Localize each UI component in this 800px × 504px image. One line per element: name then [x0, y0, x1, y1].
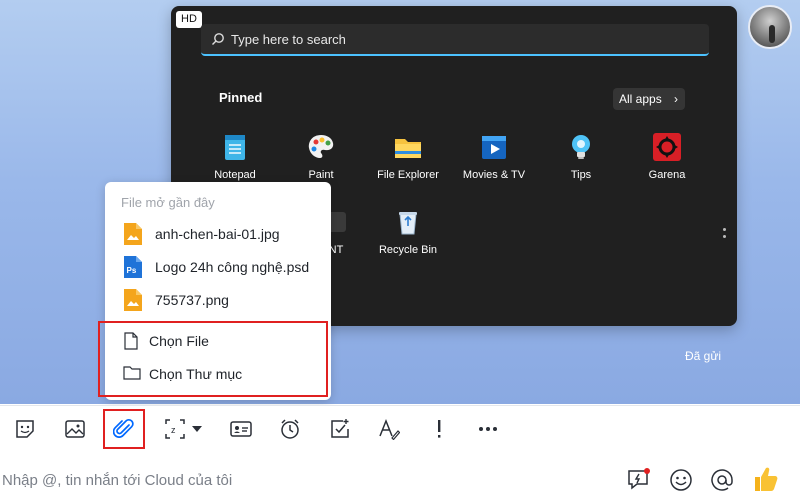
chevron-right-icon: › [674, 92, 678, 106]
thumbs-up-icon [755, 467, 778, 491]
emoji-icon [670, 469, 692, 491]
contact-card-button[interactable] [226, 414, 256, 444]
sticker-icon [16, 420, 34, 438]
search-icon [212, 33, 224, 45]
emoji-button[interactable] [668, 467, 694, 493]
task-icon [331, 419, 349, 438]
all-apps-button: All apps › [613, 88, 685, 110]
svg-text:Ps: Ps [127, 266, 137, 275]
app-label: Recycle Bin [378, 244, 438, 256]
recent-file-item[interactable]: Ps Logo 24h công nghệ.psd [123, 255, 323, 279]
image-file-icon [124, 289, 142, 311]
file-name: Logo 24h công nghệ.psd [155, 259, 310, 275]
sticker-button[interactable] [10, 414, 40, 444]
recent-file-item[interactable]: anh-chen-bai-01.jpg [123, 222, 323, 246]
app-label: Garena [648, 169, 686, 181]
more-icon [479, 427, 497, 431]
photoshop-file-icon: Ps [124, 256, 142, 278]
recent-files-header: File mở gần đây [121, 195, 215, 210]
app-label: Paint [308, 169, 334, 181]
pinned-label: Pinned [219, 90, 263, 105]
screenshot-button[interactable]: z [160, 414, 208, 444]
app-file-explorer: File Explorer [363, 131, 453, 181]
mention-icon [711, 469, 733, 491]
image-file-icon [124, 223, 142, 245]
page-dots [723, 228, 726, 242]
movies-icon [478, 131, 510, 163]
app-recycle-bin: Recycle Bin [363, 206, 453, 256]
thumbs-up-button[interactable] [752, 464, 780, 494]
text-format-button[interactable] [374, 414, 404, 444]
reminder-clock-icon [281, 419, 299, 439]
notepad-icon [219, 131, 251, 163]
file-name: anh-chen-bai-01.jpg [155, 226, 280, 242]
mention-button[interactable] [709, 467, 735, 493]
image-button[interactable] [60, 414, 90, 444]
garena-icon [651, 131, 683, 163]
quick-message-button[interactable] [626, 467, 652, 493]
recent-file-item[interactable]: 755737.png [123, 288, 323, 312]
attach-button-highlight [103, 409, 145, 449]
avatar[interactable] [748, 5, 792, 49]
app-notepad: Notepad [190, 131, 280, 181]
choose-options-highlight [98, 321, 328, 397]
hd-badge: HD [176, 11, 202, 28]
paint-icon [305, 131, 337, 163]
app-paint: Paint [276, 131, 366, 181]
recycle-bin-icon [392, 206, 424, 238]
screenshot-icon: z [165, 419, 185, 439]
message-input[interactable] [0, 467, 604, 493]
image-icon [65, 420, 85, 438]
file-name: 755737.png [155, 292, 229, 308]
app-label: Movies & TV [462, 169, 526, 181]
more-button[interactable] [473, 414, 503, 444]
urgent-icon [438, 420, 441, 438]
tips-icon [565, 131, 597, 163]
start-search-box: Type here to search [201, 24, 709, 56]
app-label: Notepad [214, 169, 256, 181]
contact-card-icon [230, 421, 252, 437]
app-label: Tips [570, 169, 592, 181]
folder-icon [392, 131, 424, 163]
quick-message-icon [628, 468, 650, 490]
app-garena: Garena [622, 131, 712, 181]
composer [0, 453, 800, 504]
app-tips: Tips [536, 131, 626, 181]
chevron-down-icon [192, 426, 202, 432]
svg-text:z: z [171, 425, 176, 435]
app-movies-tv: Movies & TV [449, 131, 539, 181]
all-apps-label: All apps [619, 92, 662, 106]
task-button[interactable] [325, 414, 355, 444]
reminder-button[interactable] [275, 414, 305, 444]
search-placeholder: Type here to search [231, 32, 346, 47]
sent-status: Đã gửi [685, 349, 722, 363]
text-format-icon [379, 418, 400, 440]
app-label: File Explorer [377, 169, 439, 181]
urgent-button[interactable] [424, 414, 454, 444]
